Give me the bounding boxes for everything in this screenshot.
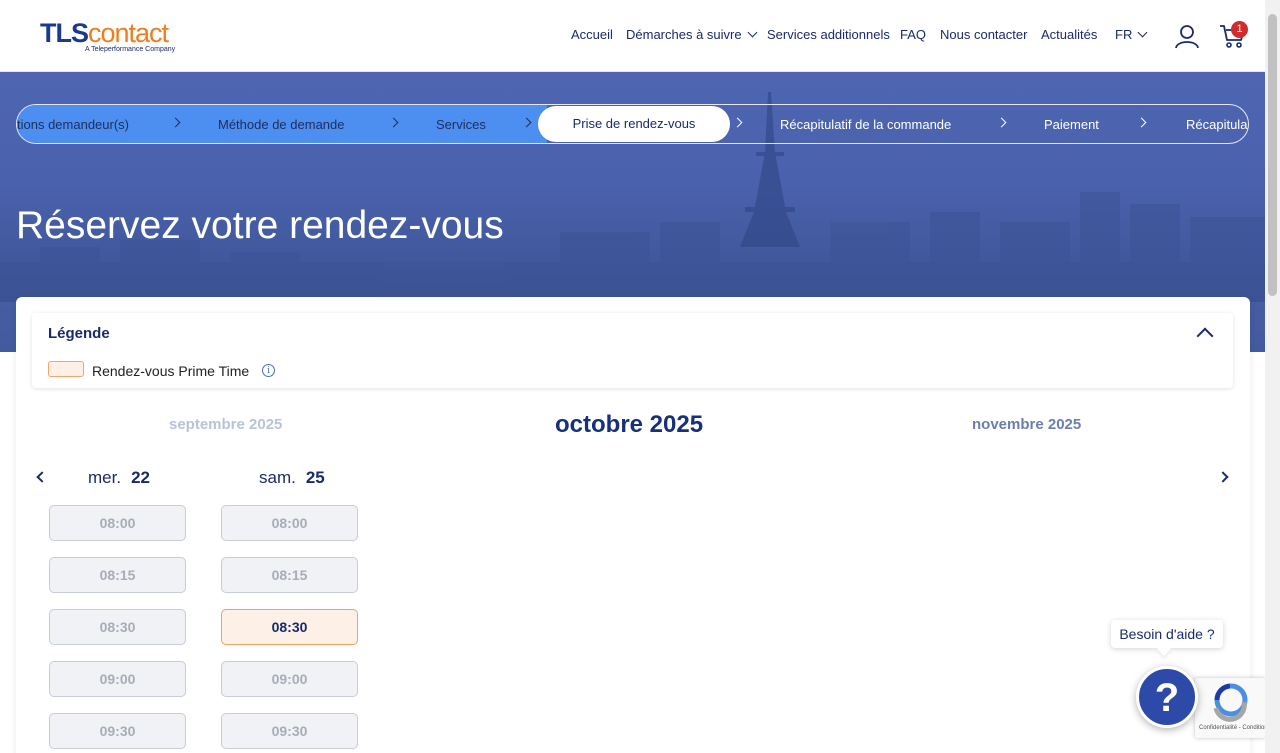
month-current: octobre 2025 (555, 411, 704, 438)
info-icon[interactable]: i (262, 364, 275, 377)
logo-tls: TLS (40, 18, 89, 48)
legend-title: Légende (48, 325, 110, 342)
prime-time-swatch (48, 361, 84, 377)
time-slot-prime-time[interactable]: 08:30 (221, 609, 358, 645)
chevron-down-icon (747, 27, 758, 38)
day-date: 25 (305, 468, 325, 487)
logo-wordmark: TLScontact (40, 18, 169, 48)
help-button[interactable]: ? (1136, 666, 1198, 728)
step-methode-de-demande[interactable]: Méthode de demande (218, 117, 344, 132)
day-date: 22 (131, 468, 150, 487)
question-mark-icon: ? (1155, 676, 1179, 720)
step-informations-demandeurs[interactable]: tions demandeur(s) (17, 117, 129, 132)
time-slot: 09:30 (221, 713, 358, 749)
nav-demarches-label: Démarches à suivre (626, 27, 742, 42)
legend-panel: Légende Rendez-vous Prime Time i (32, 313, 1233, 388)
nav-nous-contacter[interactable]: Nous contacter (940, 27, 1027, 42)
nav-accueil[interactable]: Accueil (571, 27, 613, 42)
chevron-right-icon (996, 117, 1007, 128)
day-weekday: sam. (259, 468, 296, 487)
prime-time-label: Rendez-vous Prime Time (92, 363, 250, 379)
site-header: TLScontact A Teleperformance Company Acc… (0, 0, 1265, 72)
month-next[interactable]: novembre 2025 (972, 416, 1081, 433)
nav-faq[interactable]: FAQ (900, 27, 926, 42)
chevron-right-icon (1136, 117, 1147, 128)
time-slot: 08:00 (221, 505, 358, 541)
nav-demarches[interactable]: Démarches à suivre (626, 27, 758, 42)
logo-tagline: A Teleperformance Company (85, 46, 176, 53)
chevron-right-icon (732, 117, 743, 128)
step-recapitulatif-commande: Récapitulatif de la commande (780, 117, 952, 132)
step-recapitulatif: Récapitula (1186, 117, 1248, 132)
step-paiement: Paiement (1044, 117, 1099, 132)
time-slot: 09:00 (49, 661, 186, 697)
time-slot: 08:00 (49, 505, 186, 541)
recaptcha-links[interactable]: Confidentialité - Conditions (1199, 725, 1271, 731)
nav-actualites[interactable]: Actualités (1041, 27, 1097, 42)
day-header-sam-25: sam. 25 (259, 468, 325, 488)
page-title: Réservez votre rendez-vous (16, 204, 504, 247)
time-slot: 08:15 (49, 557, 186, 593)
language-selector[interactable]: FR (1115, 27, 1148, 42)
progress-stepper: tions demandeur(s) Méthode de demande Se… (16, 104, 1249, 144)
logo-contact: contact (88, 18, 169, 48)
user-icon[interactable] (1174, 23, 1200, 49)
time-slot: 09:30 (49, 713, 186, 749)
chevron-down-icon (1137, 27, 1148, 38)
nav-services-additionnels[interactable]: Services additionnels (767, 27, 890, 42)
step-prise-de-rendez-vous[interactable]: Prise de rendez-vous (538, 106, 730, 142)
help-tooltip: Besoin d'aide ? (1111, 620, 1223, 648)
question-glyph: ? (1155, 676, 1179, 720)
tlscontact-logo[interactable]: TLScontact A Teleperformance Company (40, 18, 175, 54)
recaptcha-icon (1213, 683, 1248, 722)
time-slot: 08:15 (221, 557, 358, 593)
chevron-up-icon[interactable] (1196, 327, 1214, 345)
scrollbar-thumb[interactable] (1268, 14, 1277, 296)
language-label: FR (1115, 27, 1133, 42)
time-slot: 08:30 (49, 609, 186, 645)
cart-count-badge: 1 (1231, 21, 1248, 38)
day-header-mer-22: mer. 22 (88, 468, 150, 488)
page-scrollbar[interactable] (1265, 0, 1280, 753)
time-slot: 09:00 (221, 661, 358, 697)
day-weekday: mer. (88, 468, 122, 487)
step-services[interactable]: Services (436, 117, 486, 132)
month-previous[interactable]: septembre 2025 (169, 416, 282, 433)
recaptcha-badge[interactable]: Confidentialité - Conditions (1195, 678, 1271, 738)
